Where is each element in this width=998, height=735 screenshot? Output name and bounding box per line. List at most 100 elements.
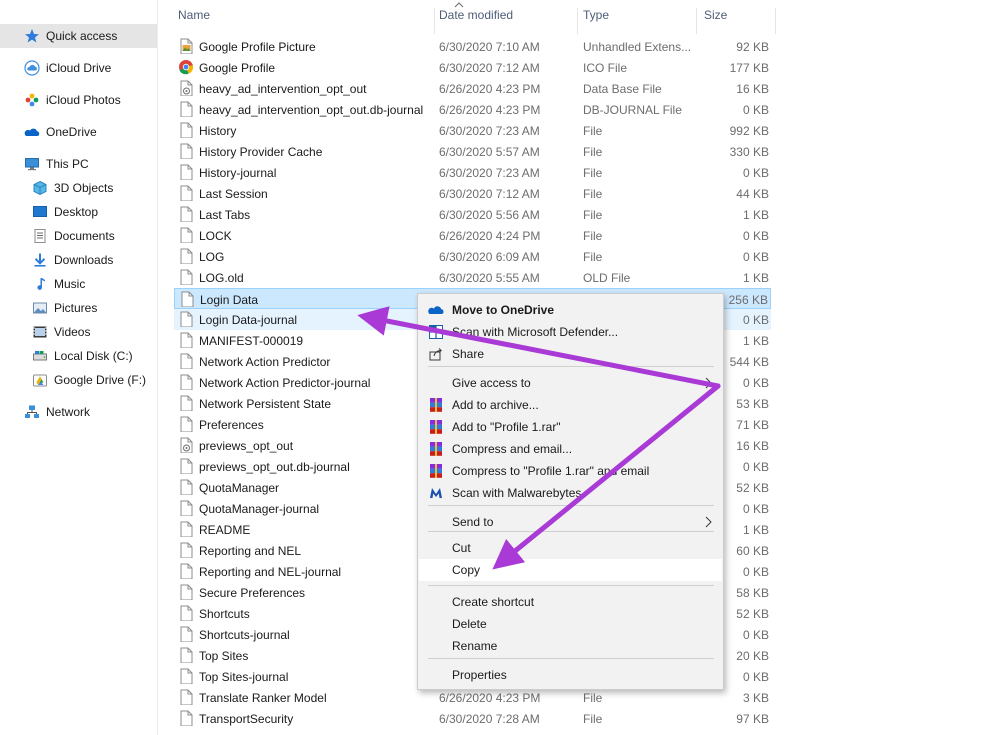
file-name: heavy_ad_intervention_opt_out.db-journal [199, 103, 424, 117]
nav-item-quick-access[interactable]: Quick access [0, 24, 157, 48]
file-row[interactable]: Last Tabs 6/30/2020 5:56 AM File 1 KB [174, 204, 771, 225]
file-name: Last Session [199, 187, 268, 201]
file-type: DB-JOURNAL File [583, 103, 682, 117]
file-date-modified: 6/30/2020 5:55 AM [439, 271, 540, 285]
menu-item-copy[interactable]: Copy [419, 559, 722, 581]
menu-item-label: Compress and email... [452, 442, 573, 456]
menu-item-label: Copy [452, 563, 481, 577]
menu-item-properties[interactable]: Properties [419, 664, 722, 686]
nav-item-icloud-drive[interactable]: iCloud Drive [0, 56, 157, 80]
file-name: Google Profile Picture [199, 40, 316, 54]
file-icon [178, 185, 194, 202]
file-icon [178, 164, 194, 181]
chevron-right-icon [705, 377, 712, 389]
file-date-modified: 6/30/2020 6:09 AM [439, 250, 540, 264]
column-header-date[interactable]: Date modified [439, 8, 513, 32]
nav-item-desktop[interactable]: Desktop [0, 200, 157, 224]
file-row[interactable]: Translate Ranker Model 6/26/2020 4:23 PM F… [174, 687, 771, 708]
file-icon [178, 206, 194, 223]
file-type: File [583, 229, 603, 243]
computer-icon [24, 156, 40, 172]
file-icon [178, 500, 194, 517]
menu-item-share[interactable]: Share [419, 343, 722, 365]
menu-item-rename[interactable]: Rename [419, 635, 722, 657]
column-header-name[interactable]: Name [178, 8, 210, 32]
file-row[interactable]: History-journal 6/30/2020 7:23 AM File 0 KB [174, 162, 771, 183]
file-date-modified: 6/26/2020 4:23 PM [439, 103, 541, 117]
column-divider[interactable] [434, 8, 435, 34]
file-name: Translate Ranker Model [199, 691, 327, 705]
file-type: File [583, 124, 603, 138]
file-date-modified: 6/26/2020 4:23 PM [439, 691, 541, 705]
nav-item-label: OneDrive [46, 125, 97, 139]
menu-item-compress-to-profile-1-rar-and-email[interactable]: Compress to "Profile 1.rar" and email [419, 460, 722, 482]
nav-item-network[interactable]: Network [0, 400, 157, 424]
column-header-size[interactable]: Size [704, 8, 727, 32]
nav-item-label: Downloads [54, 253, 114, 267]
file-size: 0 KB [742, 670, 769, 684]
file-size: 0 KB [742, 229, 769, 243]
file-size: 0 KB [742, 502, 769, 516]
file-row[interactable]: Google Profile 6/30/2020 7:12 AM ICO File 1… [174, 57, 771, 78]
file-row[interactable]: LOCK 6/26/2020 4:24 PM File 0 KB [174, 225, 771, 246]
file-row[interactable]: LOG 6/30/2020 6:09 AM File 0 KB [174, 246, 771, 267]
menu-item-cut[interactable]: Cut [419, 537, 722, 559]
column-header-type[interactable]: Type [583, 8, 609, 32]
menu-item-scan-with-malwarebytes[interactable]: Scan with Malwarebytes [419, 482, 722, 504]
nav-item-3d-objects[interactable]: 3D Objects [0, 176, 157, 200]
file-icon [178, 269, 194, 286]
column-divider[interactable] [696, 8, 697, 34]
network-icon [24, 404, 40, 420]
share-icon [428, 346, 444, 362]
menu-item-move-to-onedrive[interactable]: Move to OneDrive [419, 299, 722, 321]
file-name: Preferences [199, 418, 264, 432]
file-row[interactable]: History 6/30/2020 7:23 AM File 992 KB [174, 120, 771, 141]
column-divider[interactable] [775, 8, 776, 34]
nav-item-this-pc[interactable]: This PC [0, 152, 157, 176]
file-type: File [583, 166, 603, 180]
menu-separator [428, 505, 714, 506]
file-icon [178, 227, 194, 244]
file-row[interactable]: Last Session 6/30/2020 7:12 AM File 44 KB [174, 183, 771, 204]
nav-item-pictures[interactable]: Pictures [0, 296, 157, 320]
file-row[interactable]: Google Profile Picture 6/30/2020 7:10 AM U… [174, 36, 771, 57]
menu-item-label: Give access to [452, 376, 531, 390]
navigation-pane: Quick access iCloud Drive iCloud Photos One… [0, 0, 158, 735]
file-row[interactable]: TransportSecurity 6/30/2020 7:28 AM File 97… [174, 708, 771, 729]
file-size: 992 KB [729, 124, 769, 138]
menu-item-send-to[interactable]: Send to [419, 511, 722, 533]
menu-item-create-shortcut[interactable]: Create shortcut [419, 591, 722, 613]
nav-item-onedrive[interactable]: OneDrive [0, 120, 157, 144]
menu-item-compress-and-email[interactable]: Compress and email... [419, 438, 722, 460]
onedrive-icon [24, 124, 40, 140]
file-name: Login Data [200, 293, 259, 307]
menu-item-delete[interactable]: Delete [419, 613, 722, 635]
menu-item-add-to-archive[interactable]: Add to archive... [419, 394, 722, 416]
file-row[interactable]: History Provider Cache 6/30/2020 5:57 AM F… [174, 141, 771, 162]
menu-item-add-to-profile-1-rar[interactable]: Add to "Profile 1.rar" [419, 416, 722, 438]
menu-separator [428, 585, 714, 586]
nav-item-downloads[interactable]: Downloads [0, 248, 157, 272]
nav-item-google-drive-f[interactable]: Google Drive (F:) [0, 368, 157, 392]
file-row[interactable]: LOG.old 6/30/2020 5:55 AM OLD File 1 KB [174, 267, 771, 288]
file-name: Reporting and NEL-journal [199, 565, 342, 579]
menu-item-label: Add to "Profile 1.rar" [452, 420, 561, 434]
menu-item-label: Add to archive... [452, 398, 539, 412]
file-row[interactable]: heavy_ad_intervention_opt_out 6/26/2020 4… [174, 78, 771, 99]
file-row[interactable]: heavy_ad_intervention_opt_out.db-journal… [174, 99, 771, 120]
nav-item-local-disk-c[interactable]: Local Disk (C:) [0, 344, 157, 368]
nav-item-label: Pictures [54, 301, 98, 315]
nav-item-music[interactable]: Music [0, 272, 157, 296]
nav-item-videos[interactable]: Videos [0, 320, 157, 344]
file-size: 0 KB [742, 628, 769, 642]
nav-item-icloud-photos[interactable]: iCloud Photos [0, 88, 157, 112]
file-name: Network Action Predictor [199, 355, 331, 369]
column-divider[interactable] [577, 8, 578, 34]
file-date-modified: 6/30/2020 7:28 AM [439, 712, 540, 726]
file-name: LOG.old [199, 271, 244, 285]
menu-item-give-access-to[interactable]: Give access to [419, 372, 722, 394]
file-date-modified: 6/30/2020 5:57 AM [439, 145, 540, 159]
menu-item-scan-with-microsoft-defender[interactable]: Scan with Microsoft Defender... [419, 321, 722, 343]
file-name: TransportSecurity [199, 712, 294, 726]
nav-item-documents[interactable]: Documents [0, 224, 157, 248]
